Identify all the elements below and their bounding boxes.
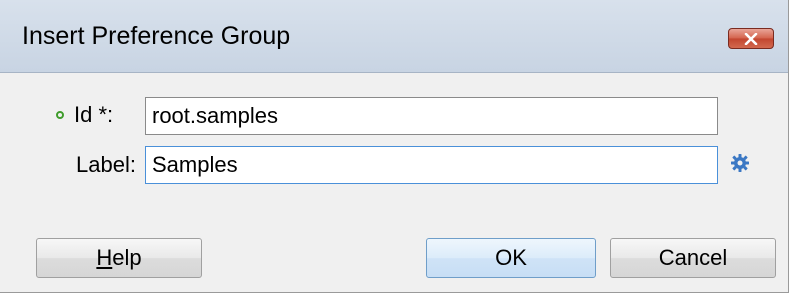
- dialog-title: Insert Preference Group: [22, 22, 291, 50]
- label-label: Label:: [76, 152, 136, 177]
- id-field[interactable]: [145, 97, 718, 135]
- close-icon: [744, 32, 758, 45]
- close-button[interactable]: [728, 28, 774, 49]
- title-bar[interactable]: Insert Preference Group: [0, 0, 788, 73]
- cancel-button[interactable]: Cancel: [610, 238, 776, 278]
- ok-button[interactable]: OK: [426, 238, 596, 278]
- insert-preference-group-dialog: Insert Preference Group Id *: Label: Hel…: [0, 0, 789, 293]
- help-label: elp: [112, 245, 142, 270]
- id-label: Id *:: [74, 102, 114, 127]
- help-mnemonic: H: [96, 245, 113, 270]
- required-indicator-icon: [56, 111, 64, 119]
- gear-icon[interactable]: [730, 153, 750, 173]
- help-button[interactable]: Help: [36, 238, 202, 278]
- label-field[interactable]: [145, 146, 718, 184]
